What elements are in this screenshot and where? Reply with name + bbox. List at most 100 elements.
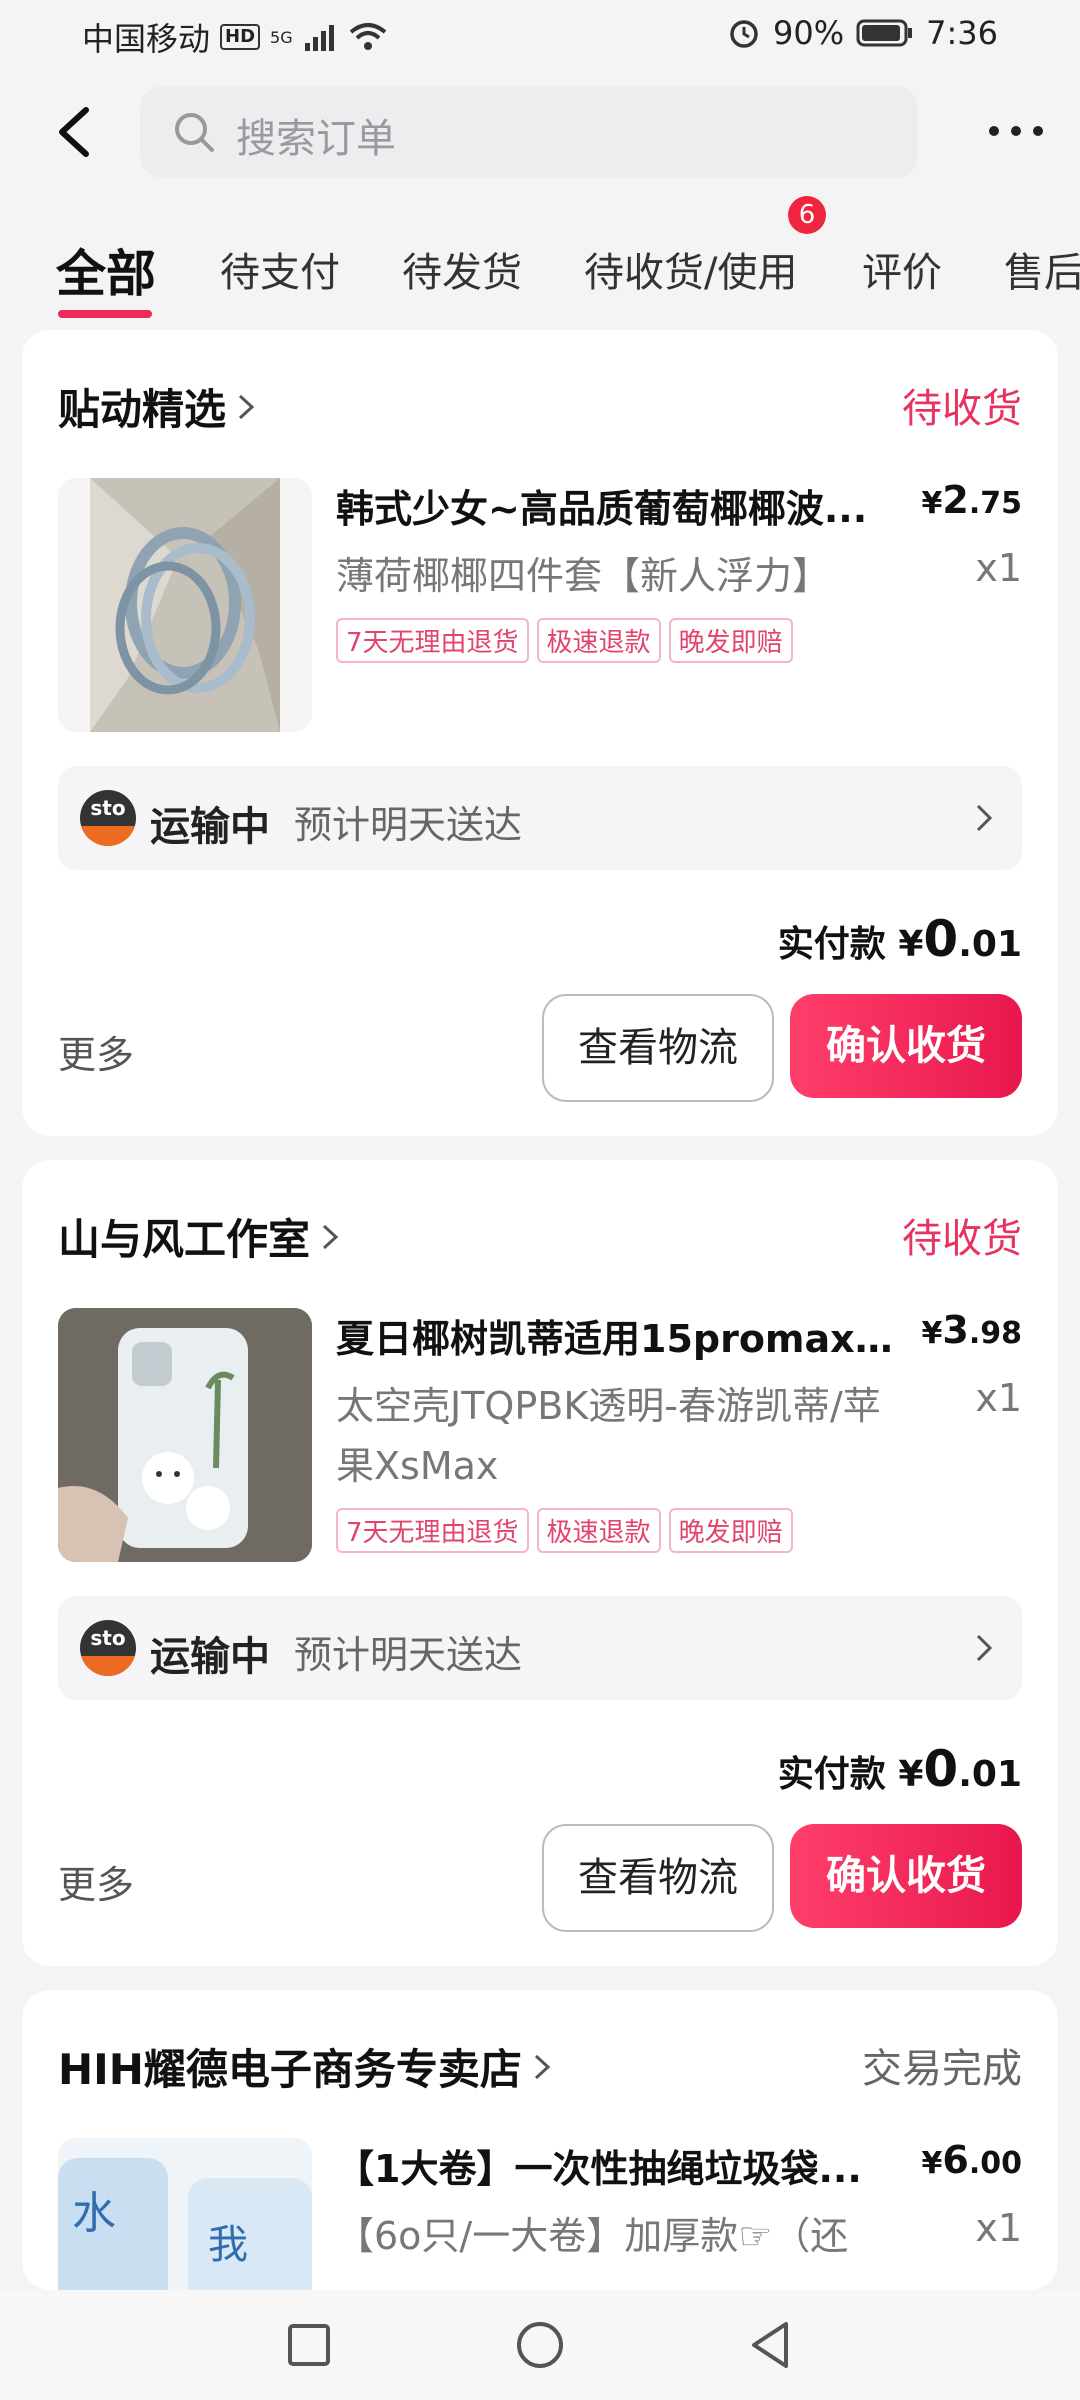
product-image[interactable] bbox=[58, 1308, 312, 1562]
product-qty: x1 bbox=[975, 1376, 1022, 1420]
tab-review[interactable]: 评价 bbox=[862, 240, 942, 298]
view-logistics-button[interactable]: 查看物流 bbox=[542, 994, 774, 1102]
price-symbol: ¥ bbox=[921, 486, 943, 521]
order-status: 待收货 bbox=[902, 386, 1022, 432]
product-image[interactable] bbox=[58, 478, 312, 732]
price-int: 2 bbox=[942, 478, 969, 522]
shipping-status: 运输中 bbox=[150, 1634, 270, 1680]
service-tags: 7天无理由退货 极速退款 晚发即赔 bbox=[336, 1508, 793, 1553]
confirm-receipt-button[interactable]: 确认收货 bbox=[790, 1824, 1022, 1928]
tab-after-sales[interactable]: 售后 bbox=[1004, 240, 1080, 298]
more-options-link[interactable]: 更多 bbox=[58, 1024, 134, 1079]
confirm-receipt-button[interactable]: 确认收货 bbox=[790, 994, 1022, 1098]
product-qty: x1 bbox=[975, 2206, 1022, 2250]
product-name[interactable]: 韩式少女~高品质葡萄椰椰波... bbox=[336, 478, 896, 533]
battery-percent: 90% bbox=[773, 14, 845, 52]
battery-icon bbox=[856, 19, 913, 47]
signal-bars-icon bbox=[304, 25, 334, 51]
tab-pending-payment[interactable]: 待支付 bbox=[220, 240, 340, 298]
product-price: ¥3.98 bbox=[922, 1308, 1022, 1352]
tag-7day-return: 7天无理由退货 bbox=[336, 618, 529, 663]
order-tabs: 全部 待支付 待发货 待收货/使用 评价 售后 bbox=[0, 210, 1080, 320]
price-symbol: ¥ bbox=[921, 1316, 943, 1351]
price-int: 3 bbox=[942, 1308, 969, 1352]
clock: 7:36 bbox=[926, 14, 998, 52]
paid-int: 0 bbox=[923, 910, 959, 968]
svg-text:水: 水 bbox=[72, 2188, 116, 2239]
store-name: HIH耀德电子商务专卖店 bbox=[58, 2045, 522, 2094]
svg-text:我: 我 bbox=[208, 2222, 248, 2268]
shipping-status: 运输中 bbox=[150, 804, 270, 850]
tag-late-compensation: 晚发即赔 bbox=[668, 618, 793, 663]
nav-square-icon[interactable] bbox=[280, 2316, 338, 2374]
hd-icon: HD bbox=[220, 24, 261, 50]
tab-pending-shipment[interactable]: 待发货 bbox=[402, 240, 522, 298]
store-name-link[interactable]: HIH耀德电子商务专卖店 bbox=[58, 2036, 552, 2097]
paid-dec: .01 bbox=[958, 924, 1022, 965]
tab-badge-count: 6 bbox=[788, 196, 826, 234]
price-dec: .00 bbox=[968, 2146, 1022, 2181]
sto-express-logo: sto bbox=[80, 790, 136, 846]
paid-label: 实付款 bbox=[777, 924, 886, 965]
store-name-link[interactable]: 贴动精选 bbox=[58, 376, 256, 437]
paid-label: 实付款 bbox=[777, 1754, 886, 1795]
tab-all[interactable]: 全部 bbox=[56, 234, 156, 306]
shipping-status-row[interactable]: sto 运输中 预计明天送达 bbox=[58, 1596, 1022, 1700]
shipping-eta: 预计明天送达 bbox=[294, 1633, 523, 1677]
signal-type: 5G bbox=[270, 27, 293, 47]
shipping-eta: 预计明天送达 bbox=[294, 803, 523, 847]
more-dots-icon[interactable] bbox=[986, 116, 1046, 146]
product-spec: 【6o只/一大卷】加厚款☞（还 bbox=[336, 2214, 849, 2258]
search-input[interactable]: 搜索订单 bbox=[140, 86, 918, 178]
nav-circle-icon[interactable] bbox=[511, 2316, 569, 2374]
more-options-link[interactable]: 更多 bbox=[58, 1854, 134, 1909]
paid-amount: 实付款 ¥0.01 bbox=[778, 910, 1022, 968]
alarm-icon bbox=[730, 20, 758, 48]
tag-fast-refund: 极速退款 bbox=[536, 1508, 661, 1553]
store-name: 山与风工作室 bbox=[58, 1215, 311, 1264]
price-symbol: ¥ bbox=[921, 2146, 943, 2181]
active-tab-indicator bbox=[58, 310, 152, 318]
tag-7day-return: 7天无理由退货 bbox=[336, 1508, 529, 1553]
system-nav-bar bbox=[0, 2290, 1080, 2400]
product-qty: x1 bbox=[975, 546, 1022, 590]
product-spec: 太空壳JTQPBK透明-春游凯蒂/苹果XsMax bbox=[336, 1384, 881, 1488]
chevron-right-icon bbox=[976, 804, 993, 832]
product-price: ¥2.75 bbox=[922, 478, 1022, 522]
tag-fast-refund: 极速退款 bbox=[536, 618, 661, 663]
service-tags: 7天无理由退货 极速退款 晚发即赔 bbox=[336, 618, 793, 663]
back-arrow-icon[interactable] bbox=[46, 102, 106, 162]
product-image[interactable]: 水 我 bbox=[58, 2138, 312, 2290]
paid-dec: .01 bbox=[958, 1754, 1022, 1795]
order-card: 贴动精选 待收货 韩式少女~高品质葡萄椰椰波... ¥2.75 薄荷椰椰四件套【… bbox=[22, 330, 1058, 1136]
top-bar: 搜索订单 bbox=[0, 80, 1080, 190]
chevron-right-icon bbox=[534, 2054, 551, 2079]
search-icon bbox=[175, 113, 214, 152]
price-dec: .75 bbox=[968, 486, 1022, 521]
price-int: 6 bbox=[942, 2138, 969, 2182]
paid-symbol: ¥ bbox=[898, 1754, 924, 1795]
chevron-right-icon bbox=[239, 394, 255, 419]
product-name[interactable]: 夏日椰树凯蒂适用15promax... bbox=[336, 1308, 896, 1363]
shipping-status-row[interactable]: sto 运输中 预计明天送达 bbox=[58, 766, 1022, 870]
sto-express-logo: sto bbox=[80, 1620, 136, 1676]
product-name[interactable]: 【1大卷】一次性抽绳垃圾袋... bbox=[336, 2138, 896, 2193]
wifi-icon bbox=[349, 23, 386, 50]
product-spec: 薄荷椰椰四件套【新人浮力】 bbox=[336, 554, 831, 598]
price-dec: .98 bbox=[968, 1316, 1022, 1351]
store-name-link[interactable]: 山与风工作室 bbox=[58, 1206, 340, 1267]
order-status: 待收货 bbox=[902, 1216, 1022, 1262]
store-name: 贴动精选 bbox=[58, 385, 227, 434]
chevron-right-icon bbox=[976, 1634, 993, 1662]
view-logistics-button[interactable]: 查看物流 bbox=[542, 1824, 774, 1932]
nav-triangle-icon[interactable] bbox=[742, 2316, 800, 2374]
carrier-name: 中国移动 bbox=[82, 20, 211, 58]
order-status: 交易完成 bbox=[862, 2046, 1022, 2092]
status-bar: 中国移动 HD 5G 90% 7:36 bbox=[0, 0, 1080, 72]
search-placeholder: 搜索订单 bbox=[236, 116, 396, 162]
order-card: HIH耀德电子商务专卖店 交易完成 水 我 【1大卷】一次性抽绳垃圾袋... ¥… bbox=[22, 1990, 1058, 2290]
tab-pending-receipt[interactable]: 待收货/使用 bbox=[584, 240, 797, 298]
order-card: 山与风工作室 待收货 夏日椰树凯蒂适用15promax... ¥3.98 太空壳… bbox=[22, 1160, 1058, 1966]
paid-symbol: ¥ bbox=[898, 924, 924, 965]
chevron-right-icon bbox=[323, 1224, 339, 1249]
